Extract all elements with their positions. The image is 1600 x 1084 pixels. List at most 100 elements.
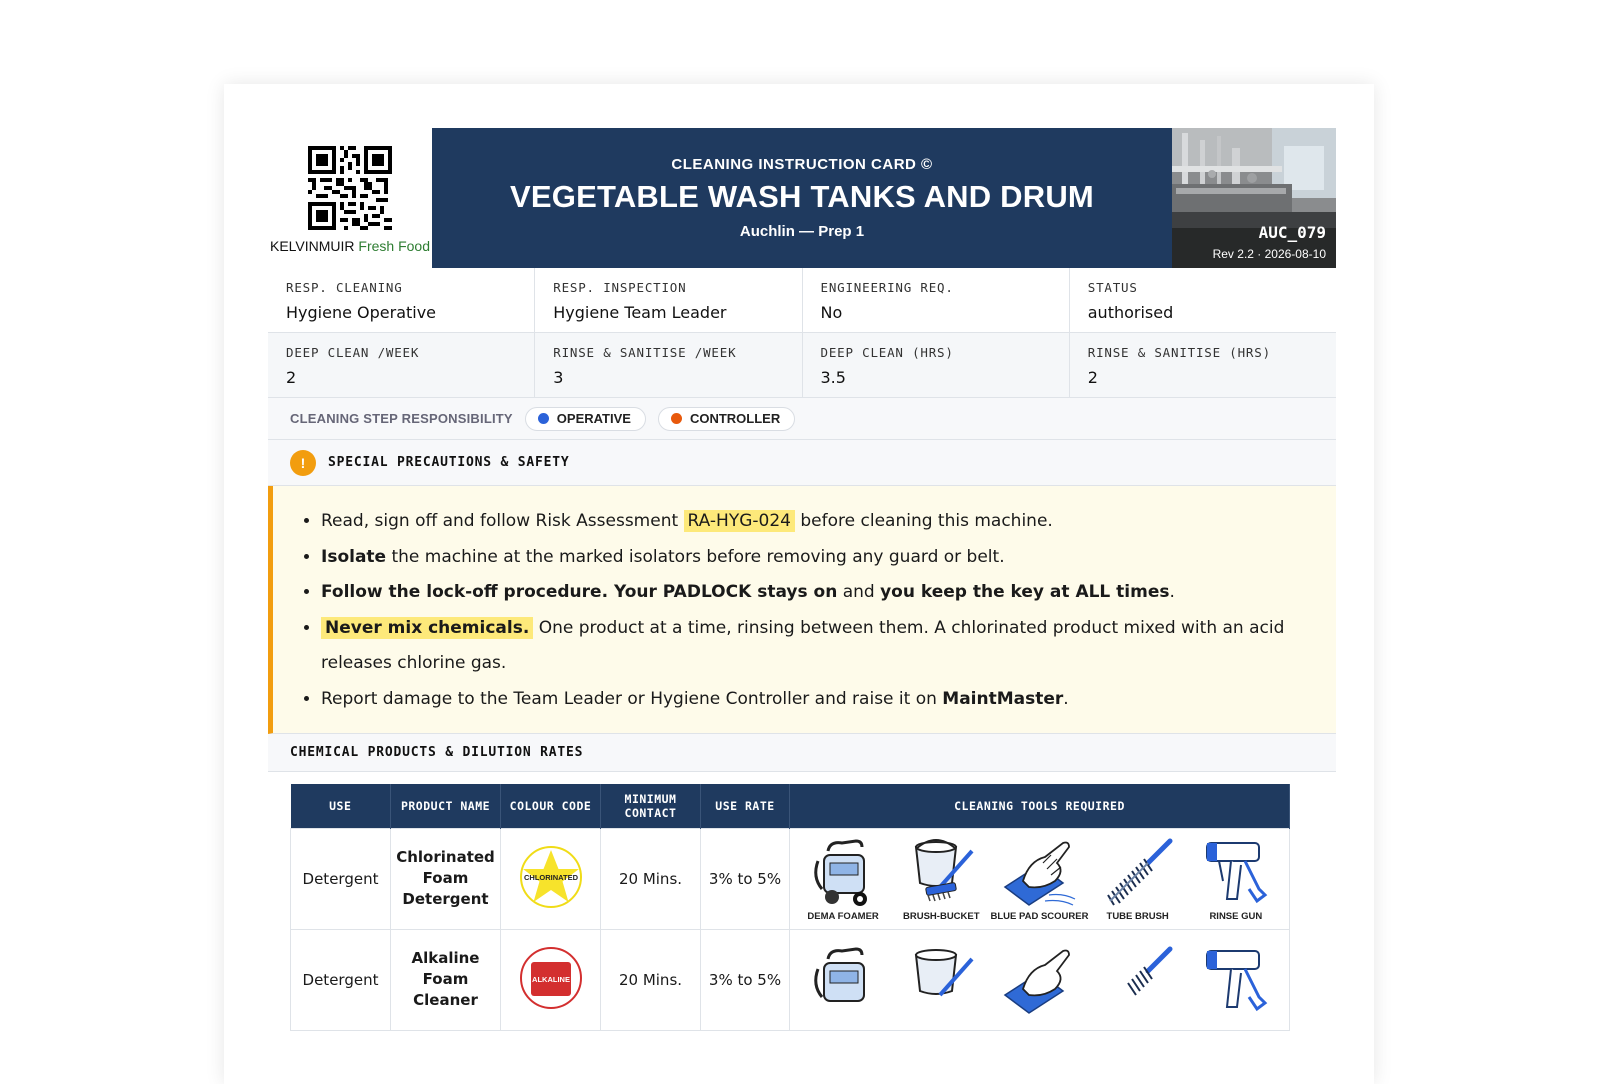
cell-use: Detergent <box>290 827 391 930</box>
operative-pill: OPERATIVE <box>524 406 646 431</box>
chemicals-title: CHEMICAL PRODUCTS & DILUTION RATES <box>290 745 584 760</box>
brush-bucket-icon <box>915 948 974 996</box>
chlorinated-badge-icon: CHLORINATED <box>519 845 582 908</box>
brand-name-main: KELVINMUIR <box>269 238 355 254</box>
header-rate: USE RATE <box>700 784 790 828</box>
tool-label: BLUE PAD SCOURER <box>990 911 1089 922</box>
info-cell-deep-clean-hrs: DEEP CLEAN (HRS) 3.5 <box>803 333 1070 397</box>
tool-rinse-gun <box>1191 945 1281 1017</box>
qr-code-icon <box>308 146 392 230</box>
precaution-emphasis: Follow the lock-off procedure. Your PADL… <box>321 582 838 602</box>
cell-colour: ALKALINE <box>500 928 601 1031</box>
tool-blue-pad-scourer: BLUE PAD SCOURER <box>990 837 1088 922</box>
info-cell-rinse-week: RINSE & SANITISE /WEEK 3 <box>535 333 803 397</box>
controller-pill: CONTROLLER <box>657 406 796 431</box>
precaution-text: Report damage to the Team Leader or Hygi… <box>321 688 937 709</box>
info-value: Hygiene Operative <box>286 303 437 322</box>
info-label: RINSE & SANITISE (HRS) <box>1087 345 1271 360</box>
info-label: RINSE & SANITISE /WEEK <box>553 345 737 360</box>
info-value: 3 <box>553 368 564 387</box>
brush-bucket-icon <box>915 839 974 902</box>
brand-block: KELVINMUIR Fresh Food <box>268 128 432 268</box>
info-label: RESP. INSPECTION <box>553 280 687 295</box>
maintmaster-label: MaintMaster <box>942 688 1064 709</box>
info-cell-engineering-req: ENGINEERING REQ. No <box>803 268 1070 332</box>
tool-label: DEMA FOAMER <box>807 911 879 922</box>
header-product: PRODUCT NAME <box>390 784 501 828</box>
responsibility-label: CLEANING STEP RESPONSIBILITY <box>290 411 513 426</box>
tool-brush-bucket: BRUSH-BUCKET <box>896 837 986 922</box>
operative-dot-icon <box>537 413 549 424</box>
risk-assessment-code: RA-HYG-024 <box>683 510 795 532</box>
controller-label: CONTROLLER <box>689 411 781 426</box>
tool-label: RINSE GUN <box>1209 911 1263 922</box>
precaution-item: Read, sign off and follow Risk Assessmen… <box>321 504 1296 540</box>
info-value: Hygiene Team Leader <box>553 303 727 322</box>
alkaline-badge-text: ALKALINE <box>532 975 570 984</box>
info-value: No <box>820 303 843 322</box>
operative-label: OPERATIVE <box>556 411 631 426</box>
cell-tools: DEMA FOAMER BRUSH-BUCKET BLUE PAD SCOURE… <box>789 827 1290 930</box>
tool-brush-bucket <box>896 945 986 1017</box>
chemicals-header: CHEMICAL PRODUCTS & DILUTION RATES <box>268 734 1336 772</box>
rinse-gun-icon <box>1205 949 1268 1011</box>
rinse-gun-icon <box>1205 842 1268 904</box>
precaution-text: Read, sign off and follow Risk Assessmen… <box>321 511 679 531</box>
cell-tools <box>789 928 1290 1031</box>
blue-pad-scourer-icon <box>1004 841 1076 906</box>
precaution-highlight: Never mix chemicals. <box>321 616 534 639</box>
tool-label: BRUSH-BUCKET <box>903 911 980 922</box>
info-row-frequency: DEEP CLEAN /WEEK 2 RINSE & SANITISE /WEE… <box>268 333 1336 398</box>
tool-tube-brush <box>1093 945 1183 1017</box>
precaution-item: Report damage to the Team Leader or Hygi… <box>321 682 1296 718</box>
warning-icon: ! <box>290 449 316 476</box>
precaution-emphasis: Isolate <box>321 546 387 567</box>
header-contact: MINIMUM CONTACT <box>600 784 701 828</box>
tool-rinse-gun: RINSE GUN <box>1191 837 1281 922</box>
info-value: 2 <box>1087 368 1098 387</box>
header-colour: COLOUR CODE <box>500 784 601 828</box>
info-cell-rinse-hrs: RINSE & SANITISE (HRS) 2 <box>1070 333 1336 397</box>
tool-dema-foamer <box>798 945 888 1017</box>
dema-foamer-icon <box>814 946 866 1002</box>
machine-photo: AUC_079 Rev 2.2 · 2026-08-10 <box>1172 128 1336 268</box>
table-header-row: USE PRODUCT NAME COLOUR CODE MINIMUM CON… <box>290 784 1290 828</box>
table-row: Detergent Alkaline Foam Cleaner ALKALINE… <box>290 928 1290 1031</box>
brand-name-suffix: Fresh Food <box>358 238 431 254</box>
info-label: STATUS <box>1087 280 1138 295</box>
info-label: ENGINEERING REQ. <box>820 280 954 295</box>
card-header: KELVINMUIR Fresh Food CLEANING INSTRUCTI… <box>268 128 1336 268</box>
tube-brush-icon <box>1106 838 1173 906</box>
card-location: Auchlin — Prep 1 <box>739 223 865 240</box>
header-tools: CLEANING TOOLS REQUIRED <box>789 784 1290 828</box>
dema-foamer-icon <box>814 839 868 906</box>
precaution-item: Follow the lock-off procedure. Your PADL… <box>321 575 1296 611</box>
info-cell-deep-clean-week: DEEP CLEAN /WEEK 2 <box>268 333 536 397</box>
precautions-header: ! SPECIAL PRECAUTIONS & SAFETY <box>268 440 1336 486</box>
info-cell-resp-inspection: RESP. INSPECTION Hygiene Team Leader <box>535 268 803 332</box>
precautions-title: SPECIAL PRECAUTIONS & SAFETY <box>328 455 570 470</box>
precaution-text: . <box>1063 688 1069 709</box>
status-value: authorised <box>1087 303 1174 322</box>
precaution-text: and <box>842 582 875 602</box>
header-use: USE <box>290 784 391 828</box>
cell-product: Alkaline Foam Cleaner <box>390 928 501 1031</box>
info-label: DEEP CLEAN (HRS) <box>820 345 954 360</box>
cell-contact: 20 Mins. <box>600 928 701 1031</box>
responsibility-legend: CLEANING STEP RESPONSIBILITY OPERATIVE C… <box>268 398 1336 440</box>
table-row: Detergent Chlorinated Foam Detergent CHL… <box>290 827 1290 930</box>
precaution-item: Never mix chemicals. One product at a ti… <box>321 611 1296 682</box>
info-label: DEEP CLEAN /WEEK <box>286 345 420 360</box>
cleaning-instruction-card: KELVINMUIR Fresh Food CLEANING INSTRUCTI… <box>268 128 1336 1031</box>
info-cell-resp-cleaning: RESP. CLEANING Hygiene Operative <box>268 268 536 332</box>
cell-rate: 3% to 5% <box>700 827 790 930</box>
card-title: VEGETABLE WASH TANKS AND DRUM <box>510 179 1094 214</box>
cell-use: Detergent <box>290 928 391 1031</box>
info-value: 3.5 <box>820 368 846 387</box>
tools-list <box>790 939 1289 1021</box>
info-row-responsibilities: RESP. CLEANING Hygiene Operative RESP. I… <box>268 268 1336 333</box>
controller-dot-icon <box>670 413 682 424</box>
revision-label: Rev 2.2 · 2026-08-10 <box>1212 247 1326 261</box>
cell-rate: 3% to 5% <box>700 928 790 1031</box>
tube-brush-icon <box>1126 946 1173 996</box>
